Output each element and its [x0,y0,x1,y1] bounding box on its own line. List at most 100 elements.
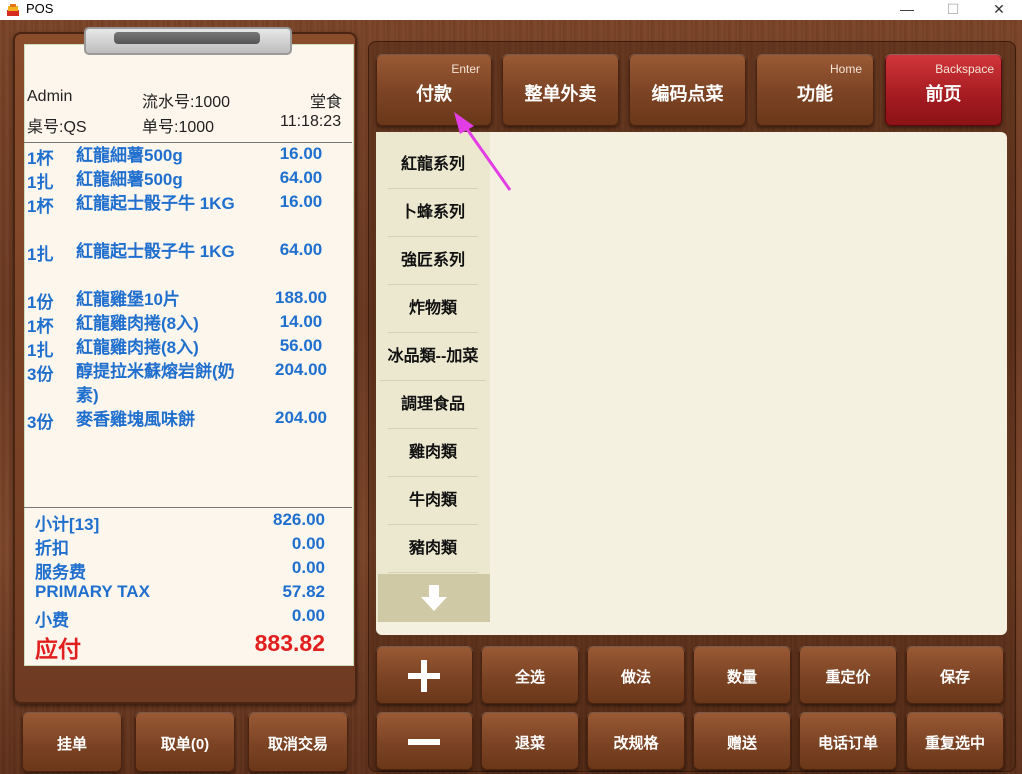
order-item-name: 紅龍細薯500g [76,146,183,165]
save-button[interactable]: 保存 [906,646,1004,704]
decrease-button[interactable] [376,712,473,770]
summary-label: 折扣 [35,539,69,558]
minimize-button[interactable]: — [884,0,930,20]
order-item-price: 204.00 [275,360,327,379]
order-item-qty: 1份 [27,293,54,312]
summary-row: 折扣 0.00 [35,534,325,558]
order-item-qty: 1杯 [27,197,54,216]
summary-row: 小计[13] 826.00 [35,510,325,534]
category-item[interactable]: 豬肉類 [388,525,478,573]
order-number: 单号:1000 [142,119,215,136]
order-item-qty: 3份 [27,365,54,384]
scroll-down-button[interactable] [378,574,490,622]
total-label: 应付 [35,636,81,662]
order-item-name: 紅龍雞肉捲(8入) [76,338,199,357]
order-item-name: 紅龍細薯500g [76,170,183,189]
category-item[interactable]: 冰品類--加菜 [380,333,486,381]
app-logo-icon [7,4,19,16]
select-all-button[interactable]: 全选 [481,646,579,704]
plus-icon [408,660,440,692]
previous-page-button[interactable]: Backspace 前页 [885,54,1002,126]
window-titlebar: POS — ☐ ✕ [0,0,1022,21]
order-item-price: 56.00 [279,336,323,355]
order-item-price: 188.00 [275,288,327,307]
close-button[interactable]: ✕ [976,0,1022,20]
header-divider [24,142,352,143]
order-item-qty: 1杯 [27,149,54,168]
total-value: 883.82 [254,630,325,656]
summary-label: 小计[13] [35,515,100,534]
order-item-row[interactable]: 1杯 紅龍細薯500g 16.00 [27,144,347,168]
order-item-row[interactable]: 1份 紅龍雞堡10片 188.00 [27,288,347,312]
category-item[interactable]: 炸物類 [388,285,478,333]
increase-button[interactable] [376,646,473,704]
order-time: 11:18:23 [280,113,342,130]
order-item-qty: 1扎 [27,173,54,192]
hold-order-button[interactable]: 挂单 [22,712,122,772]
summary-value: 0.00 [291,534,325,553]
minus-icon [408,739,440,745]
order-item-qty: 1杯 [27,317,54,336]
category-item[interactable]: 卜蜂系列 [388,189,478,237]
order-item-price: 16.00 [279,192,323,211]
category-item[interactable]: 調理食品 [388,381,478,429]
order-item-row[interactable]: 3份 麥香雞塊風味餅 204.00 [27,408,347,432]
function-button[interactable]: Home 功能 [756,54,874,126]
serial-number: 流水号:1000 [142,94,231,111]
user-name: Admin [27,88,73,105]
order-item-name: 紅龍起士骰子牛 1KG [76,194,235,213]
pointer-arrow-icon [454,112,512,191]
summary-value: 0.00 [291,558,325,577]
summary-label: PRIMARY TAX [35,582,150,601]
paper-clip [84,27,292,55]
summary-value: 57.82 [282,582,325,601]
order-item-price: 14.00 [279,312,323,331]
order-item-qty: 1扎 [27,245,54,264]
cancel-transaction-button[interactable]: 取消交易 [248,712,348,772]
summary-label: 小费 [35,611,69,630]
dine-type: 堂食 [310,94,343,111]
table-number: 桌号:QS [27,119,87,136]
category-item[interactable]: 強匠系列 [388,237,478,285]
order-item-price: 64.00 [279,240,323,259]
order-item-price: 64.00 [279,168,323,187]
window-title: POS [26,1,54,16]
order-item-price: 204.00 [275,408,327,427]
order-item-row[interactable]: 1杯 紅龍雞肉捲(8入) 14.00 [27,312,347,336]
code-order-button[interactable]: 编码点菜 [629,54,746,126]
reprice-button[interactable]: 重定价 [799,646,897,704]
order-item-row[interactable]: 1扎 紅龍起士骰子牛 1KG 64.00 [27,240,347,288]
order-item-name: 紅龍起士骰子牛 1KG [76,242,235,261]
order-item-name: 醇提拉米蘇熔岩餅(奶素) [76,362,235,405]
order-item-name: 紅龍雞肉捲(8入) [76,314,199,333]
summary-label: 服务费 [35,563,86,582]
order-item-name: 紅龍雞堡10片 [76,290,180,309]
order-item-qty: 3份 [27,413,54,432]
gift-button[interactable]: 赠送 [693,712,791,770]
maximize-button[interactable]: ☐ [930,0,976,20]
arrow-down-icon [421,585,447,611]
retrieve-order-button[interactable]: 取单(0) [135,712,235,772]
order-item-row[interactable]: 1杯 紅龍起士骰子牛 1KG 16.00 [27,192,347,240]
return-item-button[interactable]: 退菜 [481,712,579,770]
order-item-row[interactable]: 1扎 紅龍雞肉捲(8入) 56.00 [27,336,347,360]
summary-value: 0.00 [291,606,325,625]
summary-row: 服务费 0.00 [35,558,325,582]
order-item-price: 16.00 [279,144,323,163]
quantity-button[interactable]: 数量 [693,646,791,704]
summary-value: 826.00 [273,510,325,529]
cooking-method-button[interactable]: 做法 [587,646,685,704]
phone-order-button[interactable]: 电话订单 [799,712,897,770]
category-item[interactable]: 雞肉類 [388,429,478,477]
order-item-name: 麥香雞塊風味餅 [76,410,195,429]
summary-divider [24,507,352,508]
order-item-qty: 1扎 [27,341,54,360]
repeat-selected-button[interactable]: 重复选中 [906,712,1004,770]
order-item-row[interactable]: 3份 醇提拉米蘇熔岩餅(奶素) 204.00 [27,360,347,408]
total-row: 应付 883.82 [35,630,325,662]
category-item[interactable]: 牛肉類 [388,477,478,525]
order-item-row[interactable]: 1扎 紅龍細薯500g 64.00 [27,168,347,192]
change-spec-button[interactable]: 改规格 [587,712,685,770]
summary-row: PRIMARY TAX 57.82 [35,582,325,606]
summary-row: 小费 0.00 [35,606,325,630]
